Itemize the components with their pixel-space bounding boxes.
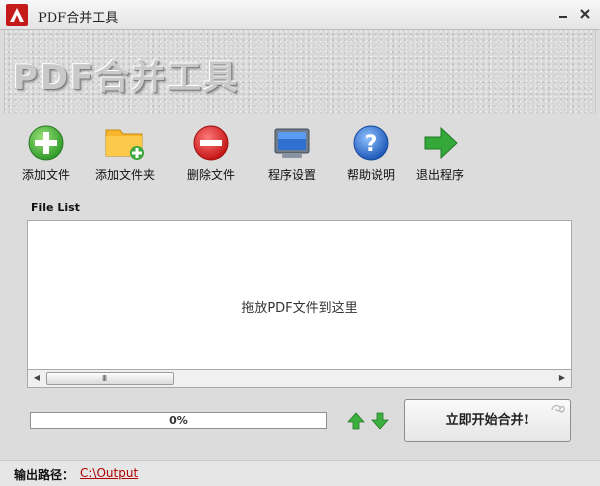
- add-file-button[interactable]: 添加文件: [16, 124, 76, 192]
- title-bar: PDF合并工具: [0, 0, 600, 30]
- start-merge-button[interactable]: 立即开始合并!: [404, 399, 571, 442]
- status-bar: 输出路径： C:\Output: [0, 460, 600, 486]
- file-list-label: File List: [31, 201, 80, 214]
- swirl-decoration-icon: [551, 404, 565, 413]
- exit-arrow-icon: [424, 126, 458, 160]
- progress-bar: 0%: [30, 412, 327, 429]
- scroll-right-icon[interactable]: ▶: [557, 373, 567, 383]
- svg-text:?: ?: [365, 132, 378, 157]
- toolbar: 添加文件 添加文件夹 删除文件 程序设置 ? 帮助说明 退出程序: [4, 114, 596, 194]
- scroll-thumb[interactable]: III: [46, 372, 174, 385]
- move-down-icon[interactable]: [371, 412, 389, 430]
- progress-text: 0%: [169, 414, 188, 427]
- add-file-label: 添加文件: [21, 168, 70, 182]
- close-icon[interactable]: [578, 7, 592, 21]
- output-path-label: 输出路径：: [14, 468, 75, 482]
- delete-icon: [193, 125, 229, 161]
- exit-button[interactable]: 退出程序: [410, 124, 470, 192]
- exit-label: 退出程序: [415, 168, 464, 182]
- banner: PDF合并工具: [4, 30, 596, 114]
- move-up-icon[interactable]: [347, 412, 365, 430]
- banner-title: PDF合并工具: [13, 58, 240, 98]
- settings-label: 程序设置: [267, 168, 316, 182]
- settings-button[interactable]: 程序设置: [262, 124, 322, 192]
- add-folder-button[interactable]: 添加文件夹: [90, 124, 160, 192]
- output-path-link[interactable]: C:\Output: [80, 466, 138, 480]
- app-logo-icon: [6, 4, 28, 26]
- delete-file-label: 删除文件: [186, 168, 235, 182]
- add-folder-icon: [105, 129, 144, 160]
- help-label: 帮助说明: [346, 168, 395, 182]
- drop-hint: 拖放PDF文件到这里: [241, 301, 358, 316]
- scroll-left-icon[interactable]: ◀: [32, 373, 42, 383]
- file-list[interactable]: 拖放PDF文件到这里: [27, 220, 572, 370]
- start-merge-label: 立即开始合并!: [445, 413, 530, 428]
- add-folder-label: 添加文件夹: [94, 168, 155, 182]
- add-file-icon: [28, 125, 64, 161]
- minimize-icon[interactable]: [556, 7, 570, 21]
- scroll-grip: III: [102, 374, 107, 383]
- help-button[interactable]: ? 帮助说明: [341, 124, 401, 192]
- settings-monitor-icon: [274, 128, 310, 158]
- horizontal-scrollbar[interactable]: ◀ III ▶: [27, 370, 572, 388]
- window-title: PDF合并工具: [38, 11, 119, 26]
- help-icon: ?: [353, 125, 389, 161]
- delete-file-button[interactable]: 删除文件: [181, 124, 241, 192]
